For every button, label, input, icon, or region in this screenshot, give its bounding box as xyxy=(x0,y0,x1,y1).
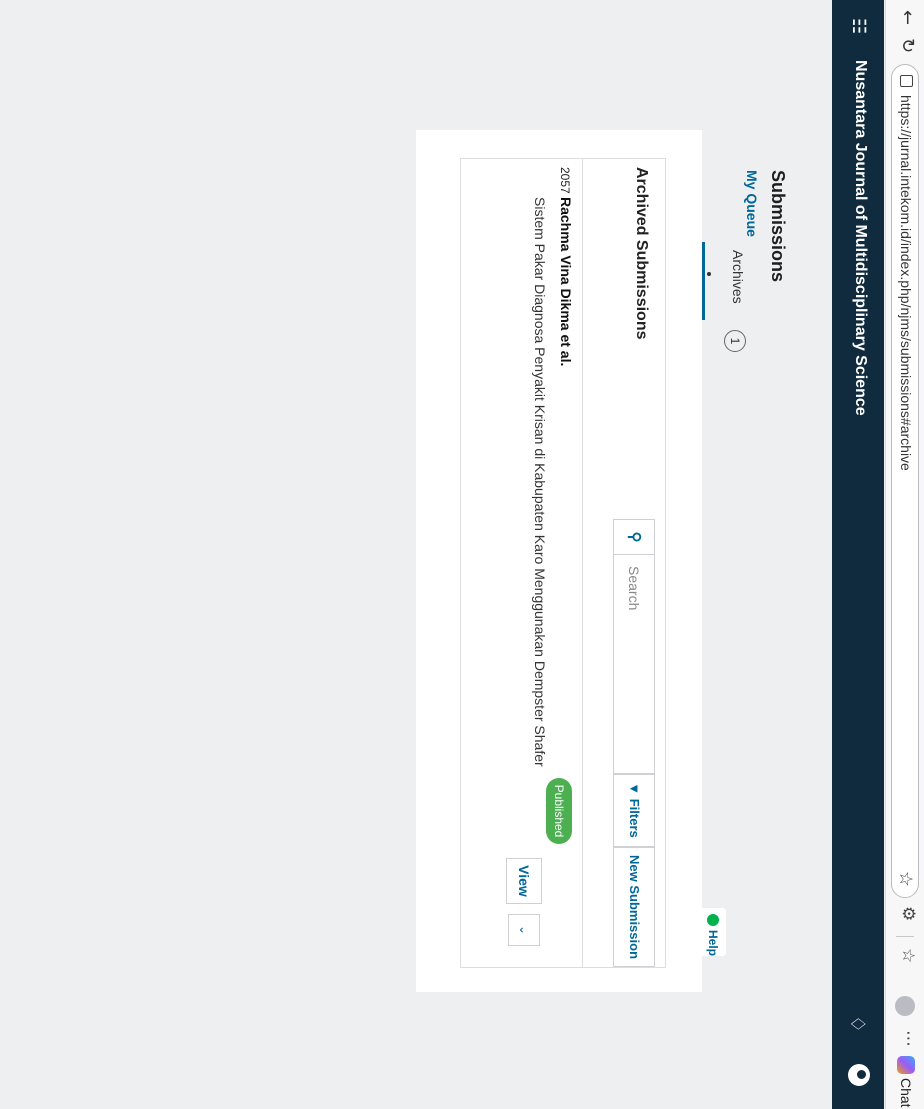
more-menu-icon[interactable]: ⋯ xyxy=(898,1030,918,1047)
site-info-icon[interactable] xyxy=(900,75,913,87)
search-icon[interactable]: ⚲ xyxy=(614,520,654,555)
status-badge: Published xyxy=(546,778,572,844)
app-screen: ← ↻ https://jurnal.intekom.id/index.php/… xyxy=(0,0,924,1109)
help-label: Help xyxy=(706,930,720,957)
search-placeholder: Search xyxy=(626,566,642,611)
submission-id: 2057 xyxy=(558,167,572,194)
favorite-star-icon[interactable]: ☆ xyxy=(895,871,916,887)
new-submission-button[interactable]: New Submission xyxy=(613,847,655,967)
url-text: https://jurnal.intekom.id/index.php/njms… xyxy=(898,95,914,471)
address-bar[interactable]: https://jurnal.intekom.id/index.php/njms… xyxy=(891,64,919,898)
archives-count-badge: 1 xyxy=(724,330,746,352)
archived-submissions-list: Archived Submissions ⚲ Search ▼ Filters … xyxy=(460,158,666,968)
user-avatar-icon[interactable] xyxy=(848,1064,870,1086)
help-icon xyxy=(707,914,719,926)
favorites-icon[interactable]: ☆ xyxy=(898,948,918,963)
help-button[interactable]: Help xyxy=(698,908,726,956)
filters-button[interactable]: ▼ Filters xyxy=(613,773,655,847)
view-button[interactable]: View xyxy=(506,858,542,904)
filter-icon: ▼ xyxy=(627,782,642,796)
journal-title[interactable]: Nusantara Journal of Multidisciplinary S… xyxy=(851,60,869,416)
tab-indicator-dot xyxy=(707,272,711,276)
tab-archives[interactable]: Archives xyxy=(730,250,746,304)
browser-toolbar: ← ↻ https://jurnal.intekom.id/index.php/… xyxy=(885,0,924,1109)
search-input[interactable]: ⚲ Search xyxy=(613,519,655,775)
copilot-icon[interactable] xyxy=(897,1056,915,1074)
tasks-icon[interactable]: ☷ xyxy=(848,18,869,34)
tab-my-queue[interactable]: My Queue xyxy=(744,170,760,237)
chat-label[interactable]: Chat xyxy=(898,1078,914,1108)
filters-label: Filters xyxy=(627,798,642,838)
page-title: Submissions xyxy=(768,170,788,283)
submission-author[interactable]: Rachma Vina Dikma et al. xyxy=(558,197,574,366)
submission-title[interactable]: Sistem Pakar Diagnosa Penyakit Krisan di… xyxy=(532,197,548,767)
profile-avatar[interactable] xyxy=(895,996,915,1016)
list-header: Archived Submissions ⚲ Search ▼ Filters … xyxy=(582,159,665,967)
chevron-down-icon[interactable]: ⌄ xyxy=(508,914,540,946)
notifications-bell-icon[interactable]: ♢ xyxy=(845,1015,870,1033)
reload-icon[interactable]: ↻ xyxy=(897,38,918,53)
toolbar-divider xyxy=(896,936,914,937)
app-header: ☷ Nusantara Journal of Multidisciplinary… xyxy=(832,0,884,1109)
extensions-icon[interactable]: ⚙ xyxy=(898,906,918,921)
active-tab-underline xyxy=(702,242,705,320)
submission-row[interactable]: 2057 Rachma Vina Dikma et al. Sistem Pak… xyxy=(462,159,582,967)
back-icon[interactable]: ← xyxy=(897,10,918,25)
list-heading: Archived Submissions xyxy=(633,167,650,340)
